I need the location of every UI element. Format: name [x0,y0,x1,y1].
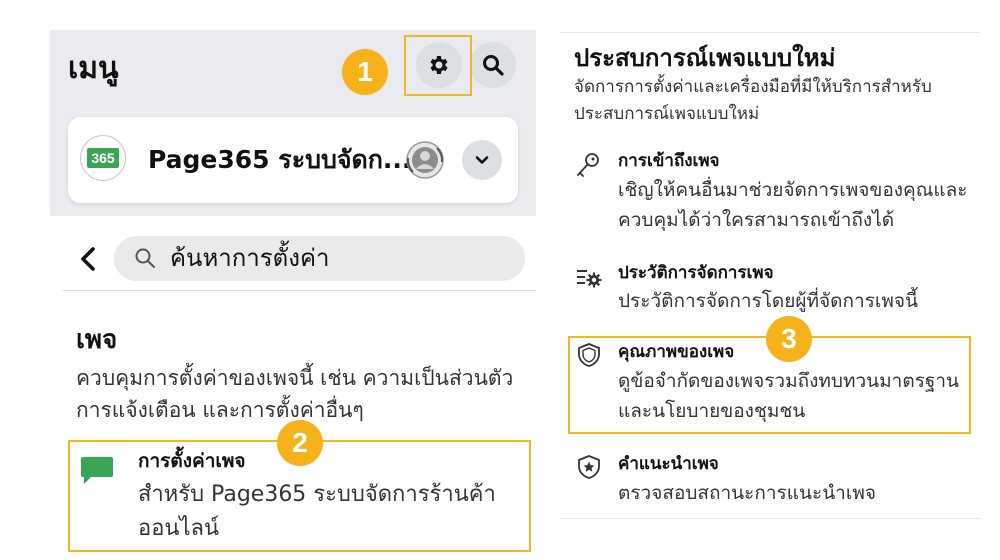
search-icon [483,55,504,76]
activity-log-icon [574,262,604,292]
page-recommendation-description: ตรวจสอบสถานะการแนะนำเพจ [618,482,877,504]
shield-icon [574,340,604,370]
page-logo-text: 365 [87,148,119,168]
page-settings-description: สำหรับ Page365 ระบบจัดการร้านค้าออนไลน์ [138,482,496,541]
step-badge-2: 2 [277,420,323,466]
star-badge-icon [574,452,604,482]
search-placeholder: ค้นหาการตั้งค่า [170,244,330,272]
page-quality-title[interactable]: คุณภาพของเพจ [618,339,734,365]
step-badge-1: 1 [342,49,388,95]
settings-highlight-box [404,35,472,96]
page-activity-title[interactable]: ประวัติการจัดการเพจ [618,260,774,286]
divider [560,32,980,33]
page-settings-title[interactable]: การตั้งค่าเพจ [138,446,246,476]
search-icon [135,248,155,268]
menu-title: เมนู [68,51,119,86]
page-profile-logo: 365 [80,135,126,181]
divider [62,290,536,291]
page-name[interactable]: Page365 ระบบจัดก... [148,140,411,180]
section-description: ควบคุมการตั้งค่าของเพจนี้ เช่น ความเป็นส… [76,366,514,422]
chevron-down-icon [475,156,489,164]
settings-search-input[interactable]: ค้นหาการตั้งค่า [114,236,525,281]
new-pages-experience-description: จัดการการตั้งค่าและเครื่องมือที่มีให้บริ… [574,77,932,124]
new-pages-experience-title: ประสบการณ์เพจแบบใหม่ [574,44,836,72]
page-access-description: เชิญให้คนอื่นมาช่วยจัดการเพจของคุณและควบ… [618,179,968,231]
divider [560,518,980,519]
page-quality-description: ดูข้อจำกัดของเพจรวมถึงทบทวนมาตรฐานและนโย… [618,370,960,422]
back-arrow-icon[interactable] [76,244,102,274]
key-icon [572,150,602,180]
page-recommendation-title[interactable]: คำแนะนำเพจ [618,451,719,477]
section-title: เพจ [76,325,118,355]
page-access-title[interactable]: การเข้าถึงเพจ [618,148,720,174]
switch-profile-avatar-icon[interactable] [404,139,446,181]
page365-logo-icon [81,457,113,484]
search-button[interactable] [470,42,516,88]
step-badge-3: 3 [766,316,812,362]
page-settings-logo: 365 [80,456,146,490]
page-dropdown-button[interactable] [462,140,502,180]
page-activity-description: ประวัติการจัดการโดยผู้ที่จัดการเพจนี้ [618,290,919,312]
